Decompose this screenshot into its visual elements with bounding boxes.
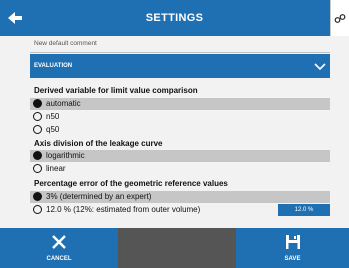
option-label: 3% (determined by an expert) <box>46 192 152 201</box>
tools-icon <box>334 14 346 23</box>
section-header-evaluation[interactable]: EVALUATION <box>30 54 330 78</box>
option-label: q50 <box>46 125 60 134</box>
top-bar: SETTINGS <box>0 0 349 36</box>
section-label: EVALUATION <box>34 63 73 69</box>
save-button[interactable]: SAVE <box>236 228 349 268</box>
option-automatic[interactable]: automatic <box>30 98 330 110</box>
cancel-button[interactable]: CANCEL <box>0 228 118 268</box>
radio-button[interactable] <box>33 164 42 173</box>
radio-button[interactable] <box>33 99 42 108</box>
option-label: 12.0 % (12%: estimated from outer volume… <box>46 205 201 214</box>
chevron-down-icon <box>314 63 326 71</box>
default-comment-field[interactable]: New default comment <box>30 38 330 53</box>
radio-button[interactable] <box>33 112 42 121</box>
option-label: logarithmic <box>46 151 85 160</box>
save-label: SAVE <box>284 256 301 262</box>
option-logarithmic[interactable]: logarithmic <box>30 150 330 162</box>
settings-content[interactable]: New default comment EVALUATION Derived v… <box>0 36 349 228</box>
cancel-label: CANCEL <box>46 256 72 262</box>
option-label: n50 <box>46 112 60 121</box>
disabled-button <box>118 228 236 268</box>
tools-button[interactable] <box>330 0 349 36</box>
page-title: SETTINGS <box>145 12 204 24</box>
settings-panel: New default comment EVALUATION Derived v… <box>0 36 349 228</box>
radio-button[interactable] <box>33 192 42 201</box>
option-label: linear <box>46 164 66 173</box>
default-comment-text: New default comment <box>34 40 97 47</box>
option-12-percent[interactable]: 12.0 % (12%: estimated from outer volume… <box>30 204 276 216</box>
save-icon <box>285 235 300 249</box>
percentage-value-badge[interactable]: 12.0 % <box>278 204 330 216</box>
option-q50[interactable]: q50 <box>30 124 330 136</box>
group-title-axis-division: Axis division of the leakage curve <box>34 139 163 148</box>
radio-button[interactable] <box>33 205 42 214</box>
bottom-bar: CANCEL SAVE <box>0 228 349 268</box>
close-icon <box>52 235 66 249</box>
option-label: automatic <box>46 99 81 108</box>
radio-button[interactable] <box>33 151 42 160</box>
group-title-percentage-error: Percentage error of the geometric refere… <box>34 179 228 188</box>
option-linear[interactable]: linear <box>30 163 330 175</box>
radio-button[interactable] <box>33 125 42 134</box>
option-3-percent[interactable]: 3% (determined by an expert) <box>30 191 330 203</box>
group-title-derived-variable: Derived variable for limit value compari… <box>34 86 198 95</box>
option-n50[interactable]: n50 <box>30 111 330 123</box>
